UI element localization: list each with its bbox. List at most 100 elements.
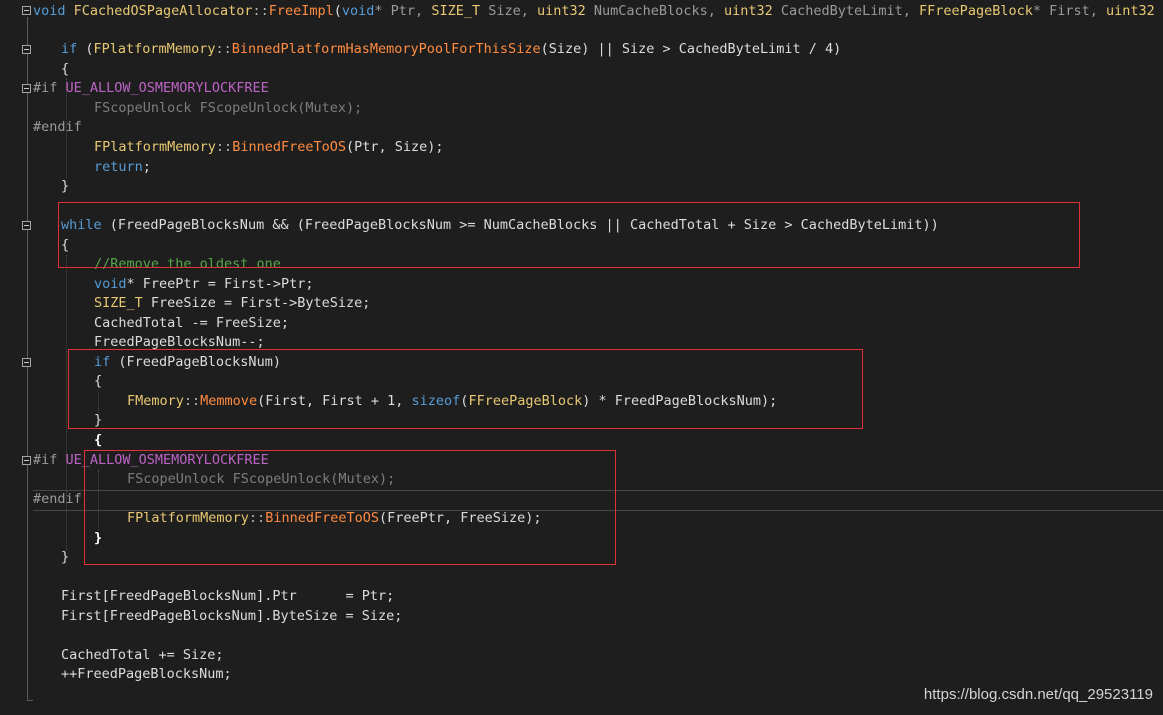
class-name: FPlatformMemory: [93, 41, 216, 57]
brace: {: [61, 237, 70, 253]
code-text: FreeSize = First->ByteSize;: [142, 295, 371, 311]
function-name: BinnedFreeToOS: [265, 510, 379, 526]
preprocessor: #endif: [33, 119, 82, 135]
current-line-highlight: [33, 490, 1163, 511]
preprocessor: #if: [33, 80, 66, 96]
collapse-icon[interactable]: [22, 456, 31, 465]
code-line[interactable]: FreedPageBlocksNum--;: [94, 333, 265, 353]
code-line[interactable]: return;: [94, 158, 151, 178]
code-line[interactable]: void* FreePtr = First->Ptr;: [94, 275, 313, 295]
code-line[interactable]: First[FreedPageBlocksNum].Ptr = Ptr;: [61, 587, 394, 607]
code-line-if[interactable]: if (FreedPageBlocksNum): [94, 353, 281, 373]
parameter: * Ptr,: [374, 3, 432, 19]
function-name: FreeImpl: [268, 3, 334, 19]
class-name: FMemory: [127, 393, 184, 409]
scope-operator: ::: [252, 3, 269, 19]
fold-end: [27, 700, 33, 701]
brace: }: [61, 549, 70, 565]
scope-operator: ::: [215, 139, 233, 155]
code-text: (Ptr, Size);: [345, 139, 444, 155]
keyword: void: [33, 3, 74, 19]
code-text: ) * FreedPageBlocksNum);: [582, 393, 778, 409]
code-text: (Size) || Size > CachedByteLimit / 4): [540, 41, 842, 57]
code-line[interactable]: CachedTotal -= FreeSize;: [94, 314, 289, 334]
code-line[interactable]: {: [94, 431, 102, 451]
scope-operator: ::: [215, 41, 232, 57]
code-line[interactable]: #if UE_ALLOW_OSMEMORYLOCKFREE: [33, 451, 269, 471]
code-text: FreedPageBlocksNum--;: [94, 334, 265, 350]
code-line[interactable]: if (FPlatformMemory::BinnedPlatformHasMe…: [61, 40, 841, 60]
code-line[interactable]: FPlatformMemory::BinnedFreeToOS(Ptr, Siz…: [94, 138, 444, 158]
code-line[interactable]: SIZE_T FreeSize = First->ByteSize;: [94, 294, 370, 314]
collapse-icon[interactable]: [22, 6, 31, 15]
code-line-while[interactable]: while (FreedPageBlocksNum && (FreedPageB…: [61, 216, 939, 236]
collapse-icon[interactable]: [22, 84, 31, 93]
preprocessor: #endif: [33, 491, 82, 507]
code-text: ++FreedPageBlocksNum;: [61, 666, 232, 682]
preprocessor: #if: [33, 452, 66, 468]
keyword: while: [61, 217, 102, 233]
type-name: uint32: [1106, 3, 1155, 19]
parameter: Size,: [480, 3, 537, 19]
code-line[interactable]: First[FreedPageBlocksNum].ByteSize = Siz…: [61, 607, 402, 627]
code-line[interactable]: }: [61, 177, 69, 197]
inactive-code: FScopeUnlock FScopeUnlock(Mutex);: [94, 100, 363, 116]
brace: }: [94, 530, 103, 546]
code-line[interactable]: }: [61, 548, 69, 568]
code-line[interactable]: }: [94, 529, 102, 549]
inactive-code: FScopeUnlock FScopeUnlock(Mutex);: [127, 471, 396, 487]
brace: {: [94, 373, 103, 389]
code-text: * FreePtr = First->Ptr;: [126, 276, 314, 292]
parameter: NumCacheBlocks,: [585, 3, 724, 19]
code-text: (: [77, 41, 94, 57]
code-line[interactable]: #endif: [33, 490, 82, 510]
code-line-function-signature[interactable]: void FCachedOSPageAllocator::FreeImpl(vo…: [33, 2, 1155, 22]
code-line[interactable]: {: [94, 372, 102, 392]
code-text: (First, First + 1,: [257, 393, 412, 409]
class-name: FCachedOSPageAllocator: [73, 3, 253, 19]
code-line[interactable]: FPlatformMemory::BinnedFreeToOS(FreePtr,…: [127, 509, 542, 529]
code-line[interactable]: {: [61, 236, 69, 256]
scope-operator: ::: [248, 510, 266, 526]
class-name: FPlatformMemory: [127, 510, 249, 526]
function-name: BinnedFreeToOS: [232, 139, 346, 155]
code-line[interactable]: #if UE_ALLOW_OSMEMORYLOCKFREE: [33, 79, 269, 99]
keyword: sizeof: [411, 393, 461, 409]
scope-operator: ::: [183, 393, 201, 409]
collapse-icon[interactable]: [22, 221, 31, 230]
keyword: void: [341, 3, 375, 19]
watermark: https://blog.csdn.net/qq_29523119: [923, 686, 1153, 703]
brace: {: [61, 61, 70, 77]
code-line[interactable]: FScopeUnlock FScopeUnlock(Mutex);: [127, 470, 395, 490]
code-line[interactable]: ++FreedPageBlocksNum;: [61, 665, 232, 685]
keyword: void: [94, 276, 127, 292]
keyword: return: [94, 159, 143, 175]
code-line[interactable]: //Remove the oldest one: [94, 255, 281, 275]
brace: }: [94, 412, 103, 428]
code-text: CachedTotal += Size;: [61, 647, 224, 663]
comment: //Remove the oldest one: [94, 256, 281, 272]
keyword: if: [94, 354, 111, 370]
code-text: CachedTotal -= FreeSize;: [94, 315, 290, 331]
code-editor[interactable]: void FCachedOSPageAllocator::FreeImpl(vo…: [0, 0, 1163, 715]
brace: {: [94, 432, 103, 448]
brace: }: [61, 178, 70, 194]
code-line[interactable]: {: [61, 60, 69, 80]
collapse-icon[interactable]: [22, 358, 31, 367]
parameter: CachedByteLimit,: [772, 3, 920, 19]
parameter: * First,: [1032, 3, 1106, 19]
type-name: uint32: [537, 3, 586, 19]
code-text: First[FreedPageBlocksNum].ByteSize = Siz…: [61, 608, 403, 624]
macro-name: UE_ALLOW_OSMEMORYLOCKFREE: [65, 452, 269, 468]
type-name: uint32: [723, 3, 773, 19]
type-name: FFreePageBlock: [468, 393, 583, 409]
function-name: Memmove: [200, 393, 258, 409]
code-text: (FreePtr, FreeSize);: [378, 510, 542, 526]
function-name: BinnedPlatformHasMemoryPoolForThisSize: [231, 41, 541, 57]
code-line-memmove[interactable]: FMemory::Memmove(First, First + 1, sizeo…: [127, 392, 777, 412]
code-line[interactable]: FScopeUnlock FScopeUnlock(Mutex);: [94, 99, 362, 119]
code-line[interactable]: #endif: [33, 118, 82, 138]
code-line[interactable]: }: [94, 411, 102, 431]
collapse-icon[interactable]: [22, 45, 31, 54]
code-line[interactable]: CachedTotal += Size;: [61, 646, 224, 666]
